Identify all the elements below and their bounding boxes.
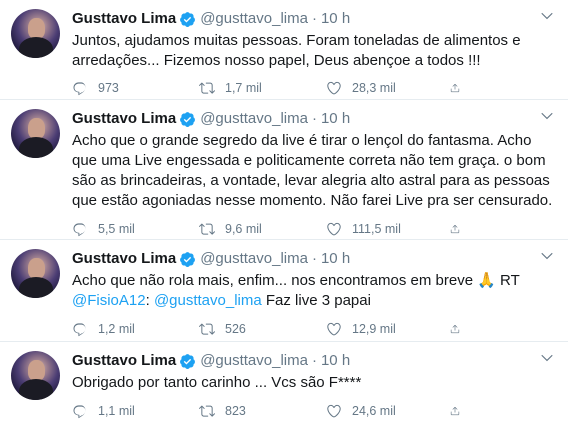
tweet-header: Gusttavo Lima @gusttavo_lima · 10 h bbox=[72, 109, 556, 129]
retweet-icon bbox=[199, 223, 215, 235]
heart-icon bbox=[327, 322, 341, 336]
heart-icon bbox=[327, 81, 341, 95]
reply-count: 1,2 mil bbox=[98, 322, 135, 336]
reply-button[interactable]: 1,2 mil bbox=[72, 321, 199, 337]
like-button[interactable]: 12,9 mil bbox=[326, 321, 450, 337]
author-name[interactable]: Gusttavo Lima bbox=[72, 9, 176, 29]
share-button[interactable] bbox=[450, 221, 470, 237]
reply-button[interactable]: 5,5 mil bbox=[72, 221, 199, 237]
reply-button[interactable]: 1,1 mil bbox=[72, 403, 199, 419]
avatar[interactable] bbox=[11, 9, 60, 58]
author-name[interactable]: Gusttavo Lima bbox=[72, 249, 176, 269]
retweet-count: 9,6 mil bbox=[225, 222, 262, 236]
verified-badge-icon bbox=[179, 11, 196, 28]
chevron-down-icon[interactable] bbox=[540, 351, 554, 365]
tweet-text: Acho que o grande segredo da live é tira… bbox=[72, 132, 553, 209]
tweet-3[interactable]: Gusttavo Lima @gusttavo_lima · 10 h Acho… bbox=[0, 240, 568, 342]
reply-icon bbox=[73, 223, 86, 237]
tweet-actions: 973 1,7 mil 28,3 mil bbox=[72, 79, 556, 97]
retweet-icon bbox=[199, 323, 215, 335]
retweet-icon bbox=[199, 405, 215, 417]
reply-icon bbox=[73, 405, 86, 419]
avatar[interactable] bbox=[11, 249, 60, 298]
tweet-header: Gusttavo Lima @gusttavo_lima · 10 h bbox=[72, 249, 556, 269]
author-name[interactable]: Gusttavo Lima bbox=[72, 351, 176, 371]
share-button[interactable] bbox=[450, 80, 470, 96]
share-icon bbox=[450, 406, 460, 416]
tweet-actions: 5,5 mil 9,6 mil 111,5 mil bbox=[72, 220, 556, 238]
verified-badge-icon bbox=[179, 251, 196, 268]
tweet-text-separator: : bbox=[145, 292, 154, 309]
retweet-count: 1,7 mil bbox=[225, 81, 262, 95]
tweet-actions: 1,1 mil 823 24,6 mil bbox=[72, 402, 556, 420]
retweet-button[interactable]: 1,7 mil bbox=[199, 80, 326, 96]
mention-link[interactable]: @FisioA12 bbox=[72, 292, 146, 309]
author-name[interactable]: Gusttavo Lima bbox=[72, 109, 176, 129]
author-handle[interactable]: @gusttavo_lima bbox=[200, 9, 308, 29]
share-icon bbox=[450, 83, 460, 93]
tweet-4[interactable]: Gusttavo Lima @gusttavo_lima · 10 h Obri… bbox=[0, 342, 568, 433]
retweet-count: 823 bbox=[225, 404, 246, 418]
separator-dot: · bbox=[311, 10, 317, 27]
like-count: 28,3 mil bbox=[352, 81, 396, 95]
tweet-1[interactable]: Gusttavo Lima @gusttavo_lima · 10 h Junt… bbox=[0, 0, 568, 100]
verified-badge-icon bbox=[179, 353, 196, 370]
tweet-2[interactable]: Gusttavo Lima @gusttavo_lima · 10 h Acho… bbox=[0, 100, 568, 240]
author-handle[interactable]: @gusttavo_lima bbox=[200, 249, 308, 269]
like-count: 12,9 mil bbox=[352, 322, 396, 336]
tweet-text-tail: Faz live 3 papai bbox=[261, 292, 371, 309]
share-icon bbox=[450, 224, 460, 234]
timestamp[interactable]: 10 h bbox=[321, 9, 350, 29]
like-count: 24,6 mil bbox=[352, 404, 396, 418]
timestamp[interactable]: 10 h bbox=[321, 109, 350, 129]
avatar[interactable] bbox=[11, 109, 60, 158]
reply-icon bbox=[73, 323, 86, 337]
timestamp[interactable]: 10 h bbox=[321, 249, 350, 269]
heart-icon bbox=[327, 404, 341, 418]
tweet-text-body: Acho que não rola mais, enfim... nos enc… bbox=[72, 272, 520, 289]
reply-count: 973 bbox=[98, 81, 119, 95]
tweet-header: Gusttavo Lima @gusttavo_lima · 10 h bbox=[72, 351, 556, 371]
share-button[interactable] bbox=[450, 403, 470, 419]
author-handle[interactable]: @gusttavo_lima bbox=[200, 351, 308, 371]
tweet-feed: Gusttavo Lima @gusttavo_lima · 10 h Junt… bbox=[0, 0, 568, 433]
retweet-button[interactable]: 823 bbox=[199, 403, 326, 419]
retweet-icon bbox=[199, 82, 215, 94]
separator-dot: · bbox=[311, 110, 317, 127]
verified-badge-icon bbox=[179, 111, 196, 128]
tweet-text: Juntos, ajudamos muitas pessoas. Foram t… bbox=[72, 32, 521, 69]
like-button[interactable]: 28,3 mil bbox=[326, 80, 450, 96]
separator-dot: · bbox=[311, 352, 317, 369]
share-icon bbox=[450, 324, 460, 334]
tweet-header: Gusttavo Lima @gusttavo_lima · 10 h bbox=[72, 9, 556, 29]
chevron-down-icon[interactable] bbox=[540, 249, 554, 263]
author-handle[interactable]: @gusttavo_lima bbox=[200, 109, 308, 129]
reply-count: 5,5 mil bbox=[98, 222, 135, 236]
chevron-down-icon[interactable] bbox=[540, 109, 554, 123]
reply-button[interactable]: 973 bbox=[72, 80, 199, 96]
retweet-button[interactable]: 9,6 mil bbox=[199, 221, 326, 237]
timestamp[interactable]: 10 h bbox=[321, 351, 350, 371]
heart-icon bbox=[327, 222, 341, 236]
mention-link[interactable]: @gusttavo_lima bbox=[154, 292, 262, 309]
share-button[interactable] bbox=[450, 321, 470, 337]
like-count: 111,5 mil bbox=[352, 222, 401, 236]
retweet-button[interactable]: 526 bbox=[199, 321, 326, 337]
avatar[interactable] bbox=[11, 351, 60, 400]
separator-dot: · bbox=[311, 250, 317, 267]
reply-icon bbox=[73, 82, 86, 96]
retweet-count: 526 bbox=[225, 322, 246, 336]
reply-count: 1,1 mil bbox=[98, 404, 135, 418]
like-button[interactable]: 24,6 mil bbox=[326, 403, 450, 419]
chevron-down-icon[interactable] bbox=[540, 9, 554, 23]
tweet-text: Acho que não rola mais, enfim... nos enc… bbox=[72, 271, 556, 311]
tweet-actions: 1,2 mil 526 12,9 mil bbox=[72, 320, 556, 338]
like-button[interactable]: 111,5 mil bbox=[326, 221, 450, 237]
tweet-text: Obrigado por tanto carinho ... Vcs são F… bbox=[72, 374, 362, 391]
